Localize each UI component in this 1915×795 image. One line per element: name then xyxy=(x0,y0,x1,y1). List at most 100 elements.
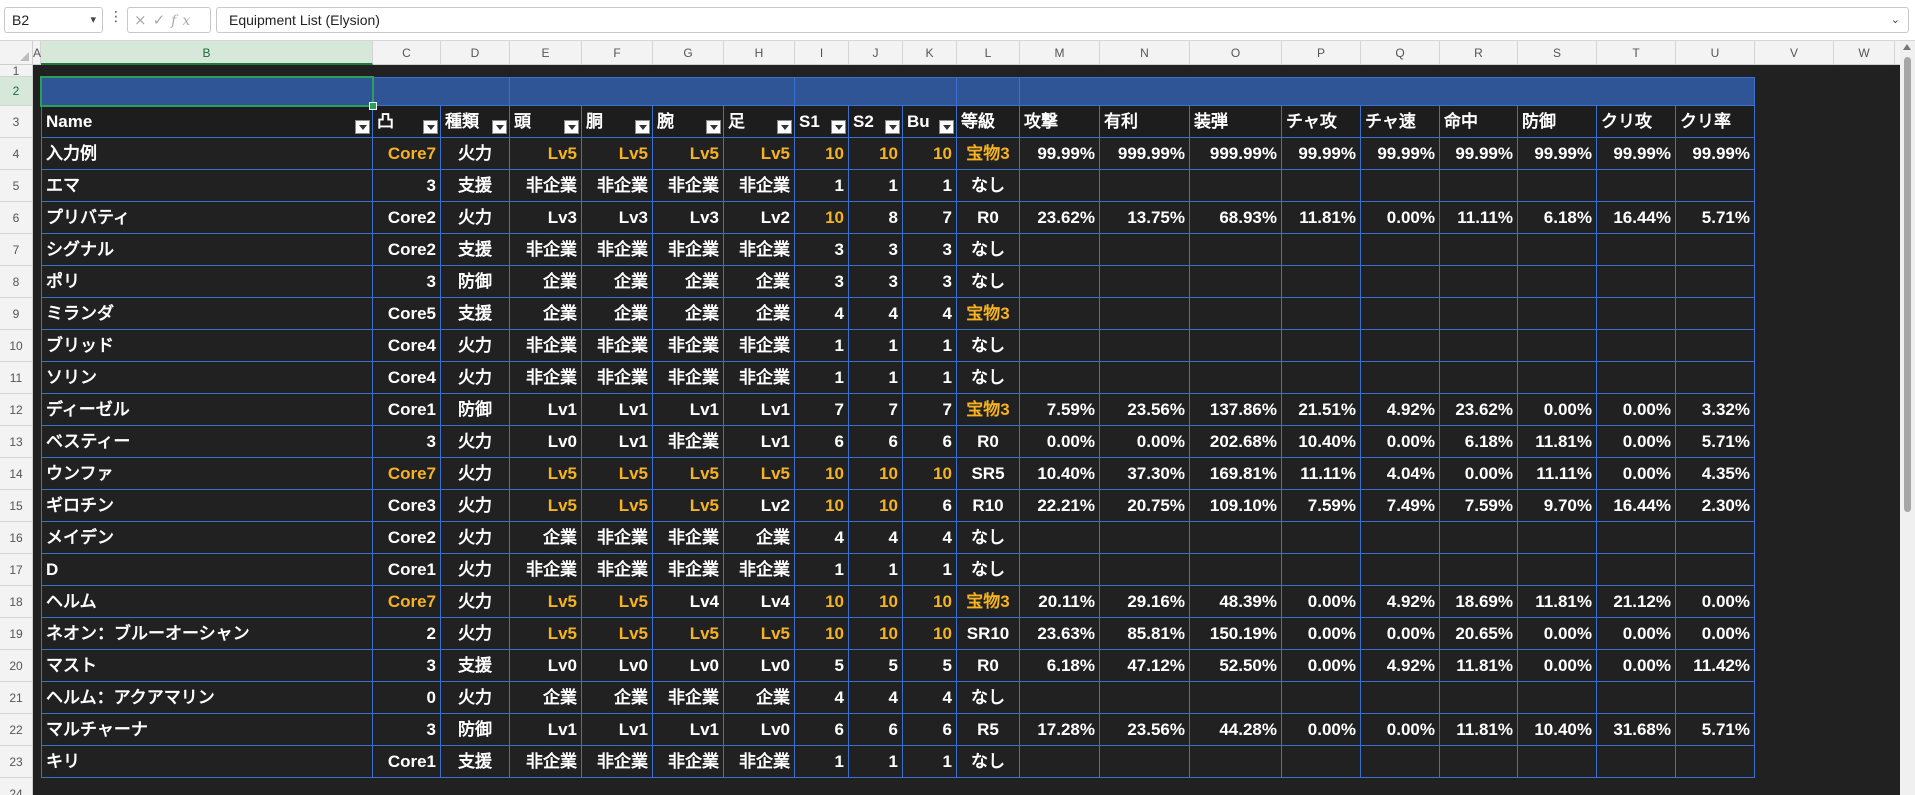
table-cell[interactable]: 11.81% xyxy=(1440,650,1518,682)
table-cell[interactable]: Lv3 xyxy=(653,202,724,234)
row-header-22[interactable]: 22 xyxy=(0,714,32,746)
filter-dropdown-icon[interactable] xyxy=(706,120,721,134)
table-cell[interactable] xyxy=(1020,330,1100,362)
table-cell[interactable] xyxy=(1676,746,1755,778)
table-cell[interactable]: 6 xyxy=(903,426,957,458)
row-header-7[interactable]: 7 xyxy=(0,234,32,266)
table-cell[interactable] xyxy=(1676,362,1755,394)
table-cell[interactable]: SR5 xyxy=(957,458,1020,490)
table-cell[interactable]: 非企業 xyxy=(653,554,724,586)
table-cell[interactable]: Core1 xyxy=(373,746,441,778)
table-cell[interactable]: 1 xyxy=(849,170,903,202)
table-cell[interactable] xyxy=(1597,362,1676,394)
table-cell[interactable]: 3 xyxy=(373,170,441,202)
table-cell[interactable]: 入力例 xyxy=(41,138,373,170)
table-cell[interactable]: Lv1 xyxy=(582,426,653,458)
table-cell[interactable]: なし xyxy=(957,522,1020,554)
table-cell[interactable]: 7.59% xyxy=(1282,490,1361,522)
table-cell[interactable] xyxy=(1676,554,1755,586)
section-header-cell[interactable] xyxy=(957,77,1020,106)
table-cell[interactable]: Lv5 xyxy=(510,586,582,618)
table-cell[interactable]: 0.00% xyxy=(1597,426,1676,458)
table-cell[interactable]: 150.19% xyxy=(1190,618,1282,650)
table-cell[interactable]: なし xyxy=(957,746,1020,778)
table-cell[interactable]: 企業 xyxy=(582,266,653,298)
table-cell[interactable] xyxy=(1100,554,1190,586)
table-cell[interactable]: 4.92% xyxy=(1361,394,1440,426)
column-header-i[interactable]: I xyxy=(795,41,849,65)
table-cell[interactable]: 1 xyxy=(795,362,849,394)
table-cell[interactable]: 企業 xyxy=(582,298,653,330)
table-cell[interactable]: 10 xyxy=(849,138,903,170)
table-cell[interactable]: 6 xyxy=(795,714,849,746)
table-cell[interactable]: 5.71% xyxy=(1676,714,1755,746)
table-cell[interactable]: Lv1 xyxy=(510,394,582,426)
table-cell[interactable]: 6 xyxy=(849,714,903,746)
table-cell[interactable]: 火力 xyxy=(441,458,510,490)
table-cell[interactable] xyxy=(1440,170,1518,202)
table-cell[interactable]: 20.65% xyxy=(1440,618,1518,650)
table-cell[interactable]: 非企業 xyxy=(510,330,582,362)
column-header-s[interactable]: S xyxy=(1518,41,1597,65)
row-header-5[interactable]: 5 xyxy=(0,170,32,202)
table-cell[interactable]: マルチャーナ xyxy=(41,714,373,746)
table-cell[interactable]: 10 xyxy=(849,586,903,618)
chevron-down-icon[interactable]: ▾ xyxy=(90,8,96,32)
table-cell[interactable]: 47.12% xyxy=(1100,650,1190,682)
table-cell[interactable]: ヘルム：アクアマリン xyxy=(41,682,373,714)
table-cell[interactable]: R5 xyxy=(957,714,1020,746)
table-cell[interactable]: 202.68% xyxy=(1190,426,1282,458)
column-header-t[interactable]: T xyxy=(1597,41,1676,65)
table-cell[interactable] xyxy=(1100,234,1190,266)
table-cell[interactable]: Lv1 xyxy=(582,394,653,426)
table-cell[interactable]: 宝物3 xyxy=(957,586,1020,618)
table-cell[interactable]: 0.00% xyxy=(1282,618,1361,650)
column-header-v[interactable]: V xyxy=(1755,41,1834,65)
table-cell[interactable]: 4.92% xyxy=(1361,650,1440,682)
table-cell[interactable] xyxy=(1100,298,1190,330)
table-cell[interactable]: ポリ xyxy=(41,266,373,298)
table-cell[interactable]: 109.10% xyxy=(1190,490,1282,522)
formula-input[interactable]: Equipment List (Elysion) ⌄ xyxy=(216,7,1909,33)
table-cell[interactable] xyxy=(1597,266,1676,298)
table-cell[interactable]: 4 xyxy=(903,522,957,554)
table-cell[interactable]: Lv1 xyxy=(510,714,582,746)
table-cell[interactable] xyxy=(1518,266,1597,298)
table-cell[interactable]: 5.71% xyxy=(1676,426,1755,458)
table-cell[interactable]: 29.16% xyxy=(1100,586,1190,618)
column-title-cell[interactable]: 等級 xyxy=(957,106,1020,138)
formula-controls[interactable]: ×✓fx xyxy=(127,7,211,33)
table-cell[interactable]: Lv5 xyxy=(724,618,795,650)
table-cell[interactable]: 0.00% xyxy=(1676,586,1755,618)
table-cell[interactable]: 非企業 xyxy=(653,682,724,714)
table-cell[interactable] xyxy=(1597,522,1676,554)
table-cell[interactable]: 10 xyxy=(903,138,957,170)
table-cell[interactable] xyxy=(1190,746,1282,778)
table-cell[interactable]: Lv5 xyxy=(510,458,582,490)
column-title-cell[interactable]: 種類 xyxy=(441,106,510,138)
cancel-icon[interactable]: × xyxy=(134,11,153,29)
table-cell[interactable]: R0 xyxy=(957,202,1020,234)
filter-dropdown-icon[interactable] xyxy=(831,120,846,134)
table-cell[interactable] xyxy=(1361,170,1440,202)
table-cell[interactable] xyxy=(1282,682,1361,714)
table-cell[interactable]: 7.59% xyxy=(1440,490,1518,522)
table-cell[interactable] xyxy=(1440,522,1518,554)
table-cell[interactable]: 37.30% xyxy=(1100,458,1190,490)
table-cell[interactable]: R10 xyxy=(957,490,1020,522)
column-title-cell[interactable]: クリ率 xyxy=(1676,106,1755,138)
table-cell[interactable]: 1 xyxy=(903,554,957,586)
column-header-m[interactable]: M xyxy=(1020,41,1100,65)
table-cell[interactable] xyxy=(1597,682,1676,714)
table-cell[interactable]: 7 xyxy=(903,394,957,426)
table-cell[interactable]: 10.40% xyxy=(1282,426,1361,458)
table-cell[interactable] xyxy=(1440,554,1518,586)
table-cell[interactable]: 5 xyxy=(903,650,957,682)
table-cell[interactable]: Core2 xyxy=(373,522,441,554)
table-cell[interactable] xyxy=(1518,554,1597,586)
table-cell[interactable]: 火力 xyxy=(441,362,510,394)
table-cell[interactable] xyxy=(1100,746,1190,778)
table-cell[interactable]: 3 xyxy=(373,714,441,746)
column-title-cell[interactable]: 頭 xyxy=(510,106,582,138)
table-cell[interactable] xyxy=(1597,554,1676,586)
